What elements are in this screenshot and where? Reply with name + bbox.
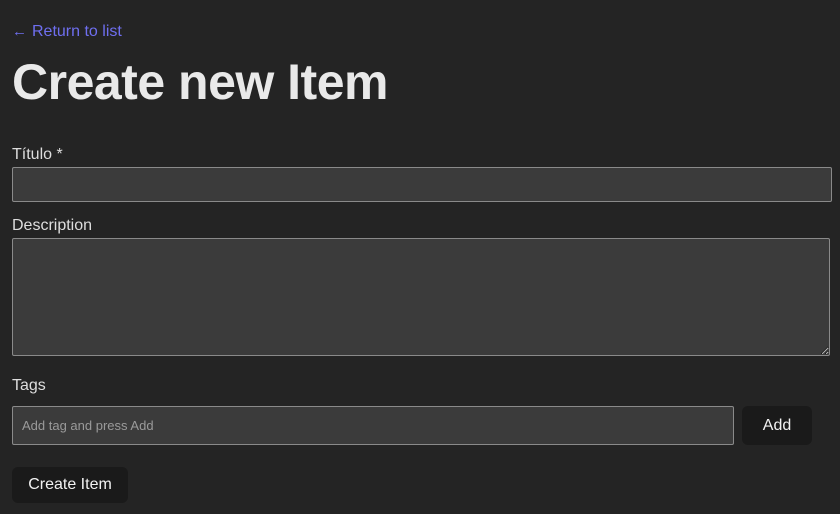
description-field-label: Description	[12, 217, 93, 234]
title-field-label: Título *	[12, 146, 63, 163]
return-to-list-label: Return to list	[32, 23, 122, 40]
create-item-button[interactable]: Create Item	[12, 467, 128, 503]
create-item-page: ← Return to list Create new Item Título …	[0, 0, 840, 514]
title-input[interactable]	[12, 167, 832, 202]
description-textarea[interactable]	[12, 238, 830, 356]
arrow-left-icon: ←	[12, 23, 27, 40]
tag-input[interactable]	[12, 406, 734, 445]
return-to-list-link[interactable]: ← Return to list	[12, 22, 122, 42]
page-title: Create new Item	[12, 54, 388, 110]
add-tag-button[interactable]: Add	[742, 406, 812, 445]
tags-field-label: Tags	[12, 377, 46, 394]
